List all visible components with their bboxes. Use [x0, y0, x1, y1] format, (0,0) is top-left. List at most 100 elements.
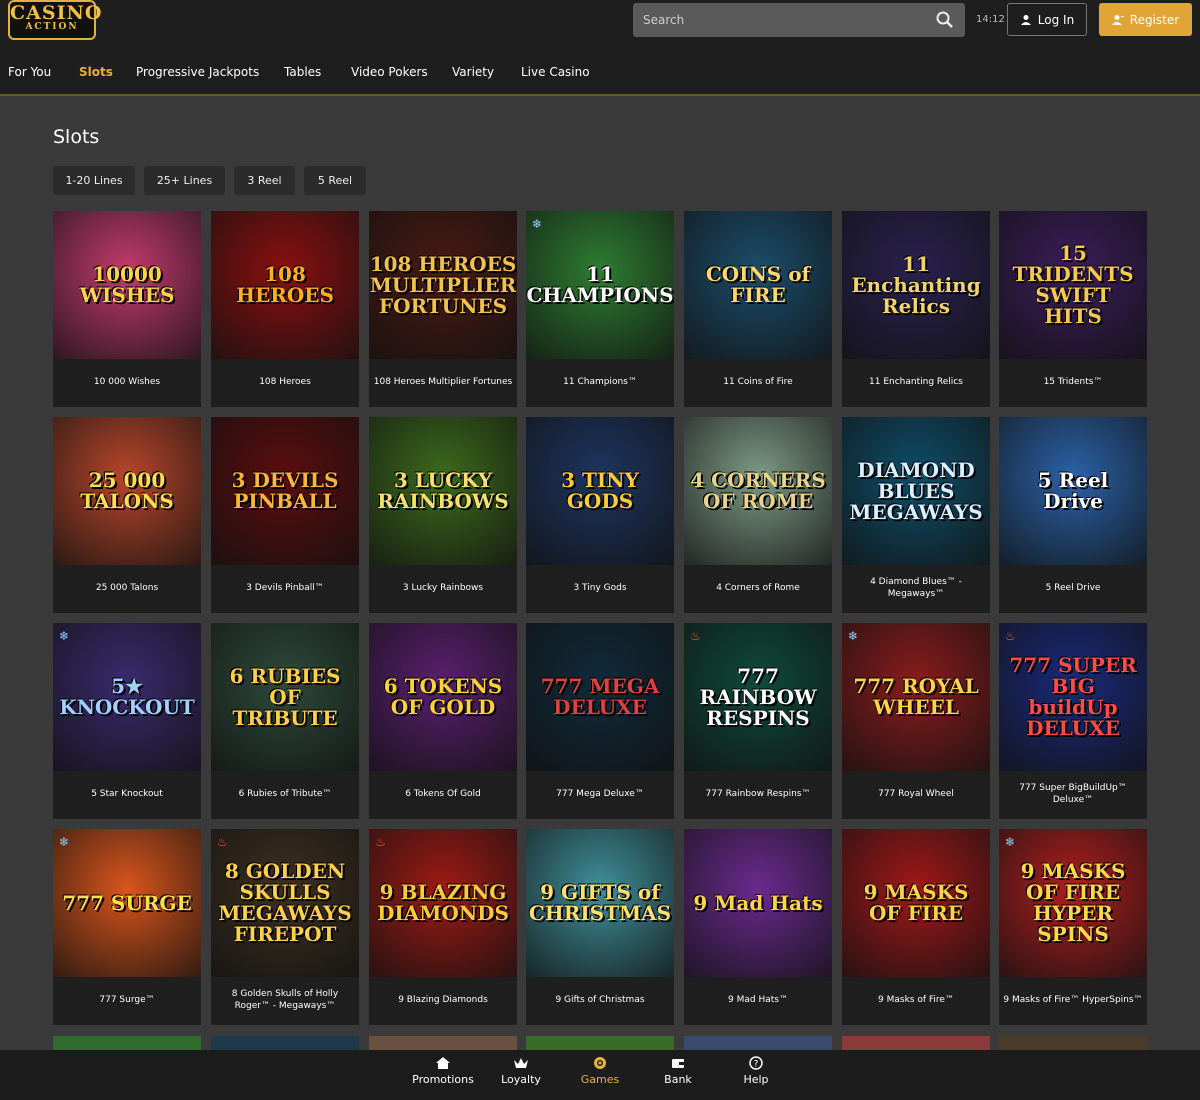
- game-card[interactable]: 9 Mad Hats 9 Mad Hats™: [684, 829, 832, 1025]
- nav-live-casino[interactable]: Live Casino: [521, 65, 590, 79]
- game-card[interactable]: 108 HEROES 108 Heroes: [211, 211, 359, 407]
- game-thumbnail[interactable]: 9 GIFTS of CHRISTMAS: [526, 829, 674, 977]
- game-card[interactable]: 9 GIFTS of CHRISTMAS 9 Gifts of Christmas: [526, 829, 674, 1025]
- game-card-partial[interactable]: [211, 1036, 359, 1050]
- game-thumbnail[interactable]: 6 RUBIES OF TRIBUTE: [211, 623, 359, 771]
- game-thumbnail[interactable]: 11 CHAMPIONS ❄: [526, 211, 674, 359]
- game-thumbnail[interactable]: 3 TINY GODS: [526, 417, 674, 565]
- game-logo-text: 8 GOLDEN SKULLS MEGAWAYS FIREPOT: [218, 859, 352, 946]
- bottom-nav-label: Loyalty: [501, 1073, 541, 1086]
- game-card[interactable]: 3 TINY GODS 3 Tiny Gods: [526, 417, 674, 613]
- game-thumbnail[interactable]: 9 BLAZING DIAMONDS ♨: [369, 829, 517, 977]
- filter-25-plus-lines[interactable]: 25+ Lines: [144, 166, 225, 195]
- game-thumbnail[interactable]: 10000 WISHES: [53, 211, 201, 359]
- game-thumbnail[interactable]: 8 GOLDEN SKULLS MEGAWAYS FIREPOT ♨: [211, 829, 359, 977]
- game-card[interactable]: 8 GOLDEN SKULLS MEGAWAYS FIREPOT ♨ 8 Golde…: [211, 829, 359, 1025]
- game-card[interactable]: 6 RUBIES OF TRIBUTE 6 Rubies of Tribute™: [211, 623, 359, 819]
- register-button[interactable]: Register: [1099, 3, 1192, 36]
- game-card[interactable]: 11 Enchanting Relics 11 Enchanting Relics: [842, 211, 990, 407]
- game-card[interactable]: 9 MASKS OF FIRE HYPER SPINS ❄ 9 Masks of F…: [999, 829, 1147, 1025]
- filter-3-reel[interactable]: 3 Reel: [234, 166, 295, 195]
- game-card-partial[interactable]: [53, 1036, 201, 1050]
- game-thumbnail[interactable]: 777 SUPER BIG buildUp DELUXE ♨: [999, 623, 1147, 771]
- game-card[interactable]: COINS of FIRE 11 Coins of Fire: [684, 211, 832, 407]
- game-title: 4 Corners of Rome: [716, 583, 800, 594]
- game-card[interactable]: 777 SURGE ❄ 777 Surge™: [53, 829, 201, 1025]
- game-card[interactable]: 108 HEROES MULTIPLIER FORTUNES 108 Heroes…: [369, 211, 517, 407]
- bottom-nav-loyalty[interactable]: Loyalty: [481, 1056, 561, 1086]
- game-card[interactable]: 9 BLAZING DIAMONDS ♨ 9 Blazing Diamonds: [369, 829, 517, 1025]
- game-logo-text: 9 MASKS OF FIRE HYPER SPINS: [1020, 859, 1126, 946]
- bottom-nav-games[interactable]: Games: [560, 1056, 640, 1086]
- game-thumbnail[interactable]: 6 TOKENS OF GOLD: [369, 623, 517, 771]
- game-logo-text: 5★ KNOCKOUT: [59, 674, 195, 719]
- game-logo-text: 9 BLAZING DIAMONDS: [377, 880, 509, 925]
- game-card[interactable]: 9 MASKS OF FIRE 9 Masks of Fire™: [842, 829, 990, 1025]
- game-card[interactable]: 777 MEGA DELUXE 777 Mega Deluxe™: [526, 623, 674, 819]
- game-card[interactable]: 15 TRIDENTS SWIFT HITS 15 Tridents™: [999, 211, 1147, 407]
- game-card[interactable]: 6 TOKENS OF GOLD 6 Tokens Of Gold: [369, 623, 517, 819]
- bottom-nav-help[interactable]: ? Help: [716, 1056, 796, 1086]
- hot-icon: ♨: [375, 835, 386, 849]
- filter-5-reel[interactable]: 5 Reel: [304, 166, 366, 195]
- search-box: [633, 3, 965, 37]
- game-thumbnail[interactable]: 108 HEROES MULTIPLIER FORTUNES: [369, 211, 517, 359]
- game-card[interactable]: 777 RAINBOW RESPINS ♨ 777 Rainbow Respins™: [684, 623, 832, 819]
- game-thumbnail[interactable]: 777 SURGE ❄: [53, 829, 201, 977]
- nav-for-you[interactable]: For You: [8, 65, 51, 79]
- game-thumbnail[interactable]: 108 HEROES: [211, 211, 359, 359]
- game-card-partial[interactable]: [526, 1036, 674, 1050]
- game-card[interactable]: 11 CHAMPIONS ❄ 11 Champions™: [526, 211, 674, 407]
- game-card-partial[interactable]: [999, 1036, 1147, 1050]
- game-card[interactable]: 3 DEVILS PINBALL 3 Devils Pinball™: [211, 417, 359, 613]
- game-card-partial[interactable]: [842, 1036, 990, 1050]
- game-thumbnail[interactable]: 3 DEVILS PINBALL: [211, 417, 359, 565]
- game-thumbnail[interactable]: 5★ KNOCKOUT ❄: [53, 623, 201, 771]
- login-button[interactable]: Log In: [1007, 3, 1087, 36]
- game-card[interactable]: 10000 WISHES 10 000 Wishes: [53, 211, 201, 407]
- game-thumbnail[interactable]: 777 MEGA DELUXE: [526, 623, 674, 771]
- game-logo-text: 11 Enchanting Relics: [851, 251, 981, 318]
- search-icon[interactable]: [935, 10, 955, 30]
- filter-1-20-lines[interactable]: 1-20 Lines: [53, 166, 135, 195]
- game-thumbnail[interactable]: 777 RAINBOW RESPINS ♨: [684, 623, 832, 771]
- nav-slots[interactable]: Slots: [79, 65, 113, 79]
- game-card[interactable]: 4 CORNERS OF ROME 4 Corners of Rome: [684, 417, 832, 613]
- game-card[interactable]: DIAMOND BLUES MEGAWAYS 4 Diamond Blues™ -…: [842, 417, 990, 613]
- nav-video-pokers[interactable]: Video Pokers: [351, 65, 428, 79]
- nav-progressive-jackpots[interactable]: Progressive Jackpots: [136, 65, 259, 79]
- game-logo-text: 777 SUPER BIG buildUp DELUXE: [1009, 653, 1137, 740]
- game-thumbnail[interactable]: 9 MASKS OF FIRE: [842, 829, 990, 977]
- game-thumbnail[interactable]: 9 MASKS OF FIRE HYPER SPINS ❄: [999, 829, 1147, 977]
- nav-tables[interactable]: Tables: [284, 65, 321, 79]
- game-thumbnail[interactable]: 3 LUCKY RAINBOWS: [369, 417, 517, 565]
- game-card[interactable]: 777 ROYAL WHEEL ❄ 777 Royal Wheel: [842, 623, 990, 819]
- svg-text:?: ?: [754, 1060, 759, 1070]
- game-card[interactable]: 5 Reel Drive 5 Reel Drive: [999, 417, 1147, 613]
- game-card[interactable]: 3 LUCKY RAINBOWS 3 Lucky Rainbows: [369, 417, 517, 613]
- bottom-nav: Promotions Loyalty Games Bank ? Help: [0, 1050, 1200, 1100]
- game-card-partial[interactable]: [684, 1036, 832, 1050]
- game-thumbnail[interactable]: DIAMOND BLUES MEGAWAYS: [842, 417, 990, 565]
- casino-logo[interactable]: CASINO ACTION: [8, 0, 101, 40]
- game-card[interactable]: 777 SUPER BIG buildUp DELUXE ♨ 777 Super B…: [999, 623, 1147, 819]
- game-title: 25 000 Talons: [95, 583, 159, 594]
- game-card-partial[interactable]: [369, 1036, 517, 1050]
- game-thumbnail[interactable]: 9 Mad Hats: [684, 829, 832, 977]
- game-title: 4 Diamond Blues™ - Megaways™: [870, 577, 962, 599]
- search-input[interactable]: [633, 3, 965, 37]
- game-title: 9 Blazing Diamonds: [398, 995, 488, 1006]
- bottom-nav-promotions[interactable]: Promotions: [403, 1056, 483, 1086]
- game-card[interactable]: 5★ KNOCKOUT ❄ 5 Star Knockout: [53, 623, 201, 819]
- game-thumbnail[interactable]: 15 TRIDENTS SWIFT HITS: [999, 211, 1147, 359]
- game-thumbnail[interactable]: 5 Reel Drive: [999, 417, 1147, 565]
- nav-variety[interactable]: Variety: [452, 65, 494, 79]
- bottom-nav-bank[interactable]: Bank: [638, 1056, 718, 1086]
- game-thumbnail[interactable]: 25 000 TALONS: [53, 417, 201, 565]
- game-thumbnail[interactable]: 4 CORNERS OF ROME: [684, 417, 832, 565]
- game-title: 777 Super BigBuildUp™ Deluxe™: [1019, 783, 1127, 805]
- game-card[interactable]: 25 000 TALONS 25 000 Talons: [53, 417, 201, 613]
- game-thumbnail[interactable]: 11 Enchanting Relics: [842, 211, 990, 359]
- game-thumbnail[interactable]: COINS of FIRE: [684, 211, 832, 359]
- game-thumbnail[interactable]: 777 ROYAL WHEEL ❄: [842, 623, 990, 771]
